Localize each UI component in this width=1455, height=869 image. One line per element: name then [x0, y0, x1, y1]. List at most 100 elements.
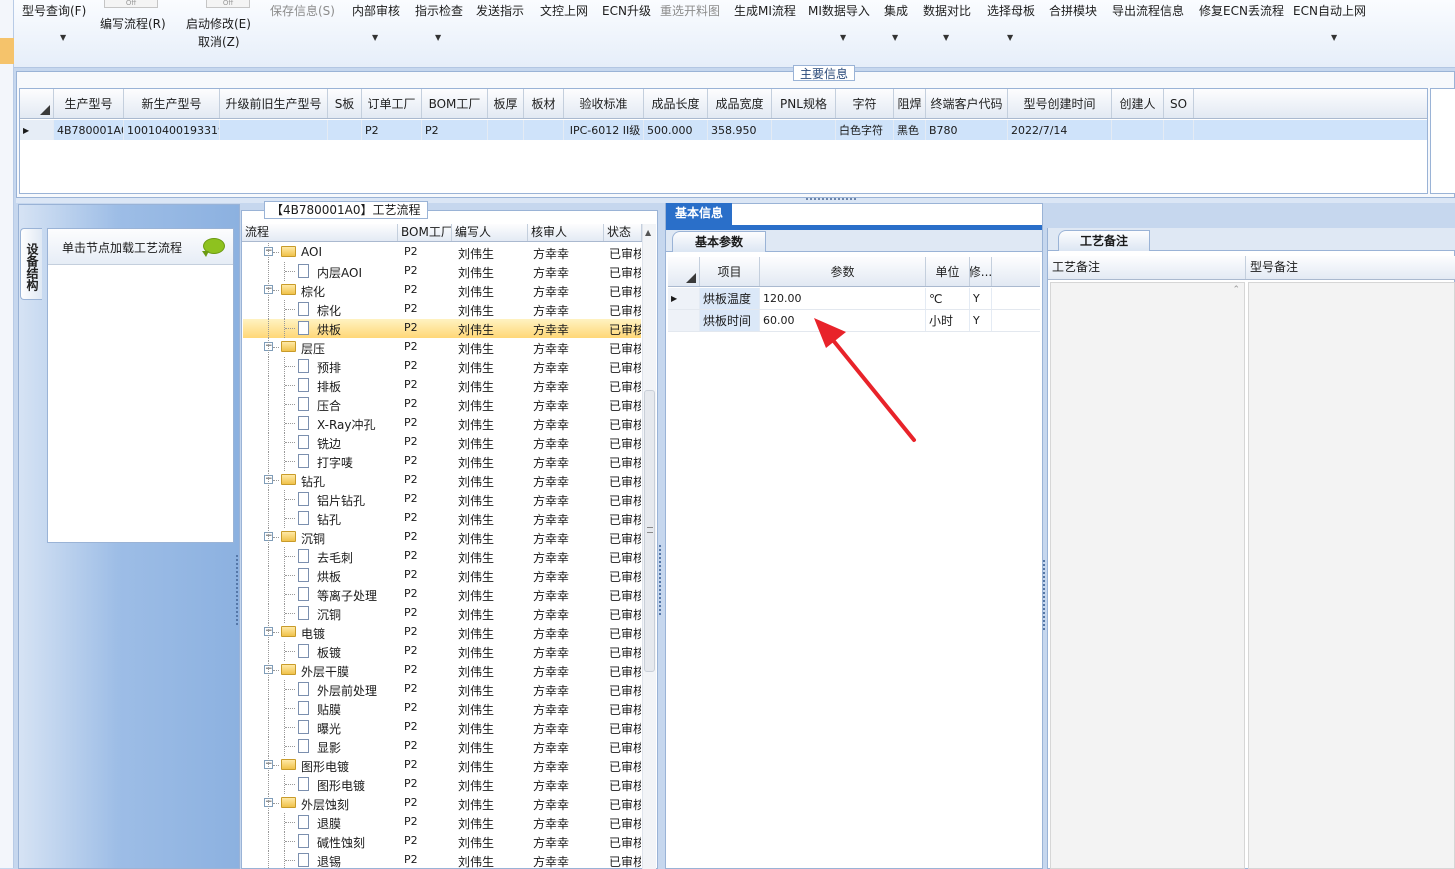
- param-column-header[interactable]: 项目: [700, 257, 760, 286]
- tree-row[interactable]: − 外层干膜 P2 刘伟生 方幸幸 已审核: [243, 661, 641, 680]
- tree-row[interactable]: 烘板 P2 刘伟生 方幸幸 已审核: [243, 319, 641, 338]
- table-cell[interactable]: [328, 120, 362, 140]
- tree-row[interactable]: 预排 P2 刘伟生 方幸幸 已审核: [243, 357, 641, 376]
- tree-row[interactable]: 图形电镀 P2 刘伟生 方幸幸 已审核: [243, 775, 641, 794]
- column-header[interactable]: 字符: [836, 89, 894, 118]
- tree-column-header[interactable]: 状态: [604, 224, 642, 241]
- tree-row[interactable]: − AOI P2 刘伟生 方幸幸 已审核: [243, 243, 641, 262]
- param-column-header[interactable]: 单位: [926, 257, 970, 286]
- param-unit-cell[interactable]: 小时: [926, 310, 970, 331]
- start-modify-button[interactable]: 启动修改(E): [186, 15, 251, 32]
- sidebar-collapse-handle[interactable]: [236, 555, 240, 625]
- scroll-up-arrow-icon[interactable]: ▲: [645, 228, 651, 237]
- tree-row[interactable]: − 钻孔 P2 刘伟生 方幸幸 已审核: [243, 471, 641, 490]
- column-header[interactable]: 成品长度: [644, 89, 708, 118]
- cancel-button[interactable]: 取消(Z): [198, 33, 240, 50]
- column-header[interactable]: 成品宽度: [708, 89, 772, 118]
- column-header[interactable]: SO: [1164, 89, 1194, 118]
- tree-row[interactable]: 显影 P2 刘伟生 方幸幸 已审核: [243, 737, 641, 756]
- scroll-up-arrow-icon[interactable]: ⌃: [1232, 285, 1240, 295]
- tree-column-header[interactable]: BOM工厂: [398, 224, 452, 241]
- param-row[interactable]: ▶ 烘板温度 120.00 ℃ Y: [668, 288, 1040, 310]
- tree-row[interactable]: − 电镀 P2 刘伟生 方幸幸 已审核: [243, 623, 641, 642]
- tree-row[interactable]: 铣边 P2 刘伟生 方幸幸 已审核: [243, 433, 641, 452]
- column-header[interactable]: 升级前旧生产型号: [220, 89, 328, 118]
- select-mother-board-button[interactable]: 选择母板 ▼: [987, 2, 1035, 42]
- model-query-button[interactable]: 型号查询(F) ▼: [22, 2, 86, 42]
- process-remarks-field[interactable]: ⌃: [1050, 282, 1245, 869]
- export-flow-info-button[interactable]: 导出流程信息: [1112, 2, 1184, 19]
- column-header[interactable]: 新生产型号: [124, 89, 220, 118]
- table-cell[interactable]: 500.000: [644, 120, 708, 140]
- main-info-row[interactable]: ▶ 4B780001A0 10010400193319 P2 P2 IPC-6012 II…: [20, 120, 1427, 140]
- tree-column-header[interactable]: 流程: [242, 224, 398, 241]
- table-cell[interactable]: [220, 120, 328, 140]
- ecn-upgrade-button[interactable]: ECN升级: [602, 2, 651, 19]
- column-header[interactable]: 验收标准: [564, 89, 644, 118]
- tree-scrollbar[interactable]: ▲: [642, 224, 656, 869]
- tree-row[interactable]: 退膜 P2 刘伟生 方幸幸 已审核: [243, 813, 641, 832]
- generate-mi-flow-button[interactable]: 生成MI流程: [734, 2, 796, 19]
- param-unit-cell[interactable]: ℃: [926, 288, 970, 309]
- tree-row[interactable]: 外层前处理 P2 刘伟生 方幸幸 已审核: [243, 680, 641, 699]
- column-header[interactable]: 型号创建时间: [1008, 89, 1112, 118]
- internal-review-button[interactable]: 内部审核 ▼: [352, 2, 400, 42]
- mini-toggle[interactable]: Off: [104, 0, 158, 8]
- tree-row[interactable]: 贴膜 P2 刘伟生 方幸幸 已审核: [243, 699, 641, 718]
- tree-splitter[interactable]: [659, 545, 663, 615]
- column-header[interactable]: BOM工厂: [422, 89, 488, 118]
- tree-row[interactable]: − 外层蚀刻 P2 刘伟生 方幸幸 已审核: [243, 794, 641, 813]
- param-item-cell[interactable]: 烘板时间: [700, 310, 760, 331]
- tree-column-header[interactable]: 核审人: [528, 224, 604, 241]
- column-header[interactable]: 创建人: [1112, 89, 1164, 118]
- tree-row[interactable]: 内层AOI P2 刘伟生 方幸幸 已审核: [243, 262, 641, 281]
- table-cell[interactable]: P2: [422, 120, 488, 140]
- tree-row[interactable]: X-Ray冲孔 P2 刘伟生 方幸幸 已审核: [243, 414, 641, 433]
- column-header[interactable]: S板: [328, 89, 362, 118]
- tree-row[interactable]: 沉铜 P2 刘伟生 方幸幸 已审核: [243, 604, 641, 623]
- tree-row[interactable]: 退锡 P2 刘伟生 方幸幸 已审核: [243, 851, 641, 869]
- table-cell[interactable]: IPC-6012 II级: [564, 120, 644, 140]
- send-instruction-button[interactable]: 发送指示: [476, 2, 524, 19]
- doc-control-online-button[interactable]: 文控上网: [540, 2, 588, 19]
- tab-basic-params[interactable]: 基本参数: [672, 231, 766, 252]
- table-cell[interactable]: [1112, 120, 1164, 140]
- table-cell[interactable]: [772, 120, 836, 140]
- column-header[interactable]: PNL规格: [772, 89, 836, 118]
- tree-row[interactable]: 板镀 P2 刘伟生 方幸幸 已审核: [243, 642, 641, 661]
- merge-module-button[interactable]: 合拼模块: [1049, 2, 1097, 19]
- mini-toggle[interactable]: Off: [206, 0, 250, 8]
- mi-data-import-button[interactable]: MI数据导入 ▼: [808, 2, 870, 42]
- tab-process-remarks[interactable]: 工艺备注: [1058, 230, 1150, 251]
- tree-row[interactable]: 压合 P2 刘伟生 方幸幸 已审核: [243, 395, 641, 414]
- table-cell[interactable]: P2: [362, 120, 422, 140]
- param-column-header[interactable]: 修...: [970, 257, 992, 286]
- tree-row[interactable]: 钻孔 P2 刘伟生 方幸幸 已审核: [243, 509, 641, 528]
- tree-row[interactable]: 等离子处理 P2 刘伟生 方幸幸 已审核: [243, 585, 641, 604]
- tree-column-header[interactable]: 编写人: [452, 224, 528, 241]
- tree-row[interactable]: − 沉铜 P2 刘伟生 方幸幸 已审核: [243, 528, 641, 547]
- tab-basic-info[interactable]: 基本信息: [666, 203, 732, 225]
- column-header[interactable]: 板材: [524, 89, 564, 118]
- column-header[interactable]: 板厚: [488, 89, 524, 118]
- table-cell[interactable]: 358.950: [708, 120, 772, 140]
- tree-row[interactable]: 去毛刺 P2 刘伟生 方幸幸 已审核: [243, 547, 641, 566]
- check-instruction-button[interactable]: 指示检查 ▼: [415, 2, 463, 42]
- tree-row[interactable]: 排板 P2 刘伟生 方幸幸 已审核: [243, 376, 641, 395]
- param-modify-cell[interactable]: Y: [970, 288, 992, 309]
- column-header[interactable]: 订单工厂: [362, 89, 422, 118]
- reselect-cut-chart-button[interactable]: 重选开料图: [660, 2, 720, 19]
- column-header[interactable]: 生产型号: [54, 89, 124, 118]
- data-compare-button[interactable]: 数据对比 ▼: [923, 2, 971, 42]
- ecn-auto-online-button[interactable]: ECN自动上网 ▼: [1293, 2, 1366, 42]
- table-cell[interactable]: [1164, 120, 1194, 140]
- tree-row[interactable]: − 层压 P2 刘伟生 方幸幸 已审核: [243, 338, 641, 357]
- table-cell[interactable]: B780: [926, 120, 1008, 140]
- tree-row[interactable]: − 棕化 P2 刘伟生 方幸幸 已审核: [243, 281, 641, 300]
- table-cell[interactable]: 白色字符: [836, 120, 894, 140]
- table-cell[interactable]: 2022/7/14: [1008, 120, 1112, 140]
- save-info-button[interactable]: 保存信息(S): [270, 2, 335, 19]
- param-modify-cell[interactable]: Y: [970, 310, 992, 331]
- tree-row[interactable]: 棕化 P2 刘伟生 方幸幸 已审核: [243, 300, 641, 319]
- model-remarks-field[interactable]: [1248, 282, 1455, 869]
